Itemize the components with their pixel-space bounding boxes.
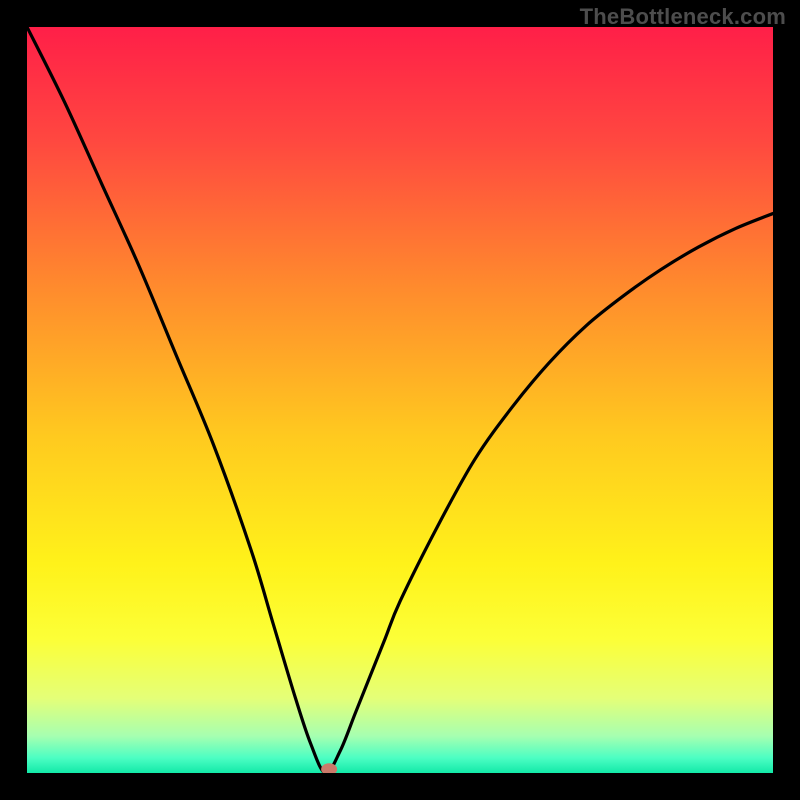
watermark-label: TheBottleneck.com xyxy=(580,4,786,30)
chart-frame: TheBottleneck.com xyxy=(0,0,800,800)
bottleneck-chart xyxy=(27,27,773,773)
gradient-background xyxy=(27,27,773,773)
